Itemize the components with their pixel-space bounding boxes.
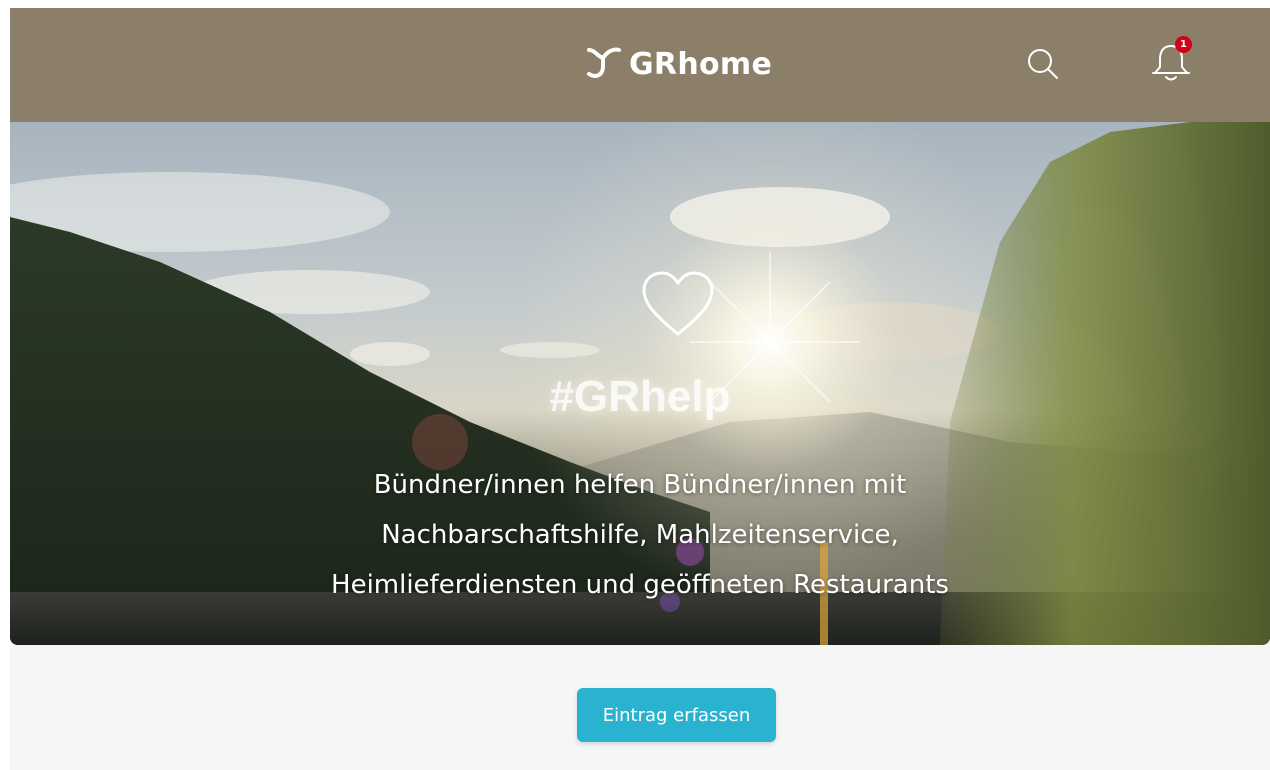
grhome-logo-icon: [587, 47, 621, 78]
brand-name: GRhome: [629, 46, 773, 82]
hero-hashtag: #GRhelp: [549, 372, 731, 421]
hero-banner: #GRhelp Bündner/innen helfen Bündner/inn…: [10, 122, 1270, 645]
notification-badge: 1: [1175, 36, 1192, 53]
search-button[interactable]: [1019, 40, 1067, 88]
search-icon: [1028, 49, 1058, 79]
create-entry-button[interactable]: Eintrag erfassen: [577, 688, 776, 742]
heart-icon: [642, 271, 714, 336]
app-frame: GRhome 1 #GRhelp Bündner/innen helfen Bü…: [10, 8, 1270, 770]
brand-logo[interactable]: GRhome: [585, 36, 772, 92]
notifications-button[interactable]: 1: [1147, 36, 1195, 86]
top-bar: GRhome 1: [10, 8, 1270, 122]
hero-description: Bündner/innen helfen Bündner/innen mit N…: [331, 470, 949, 600]
